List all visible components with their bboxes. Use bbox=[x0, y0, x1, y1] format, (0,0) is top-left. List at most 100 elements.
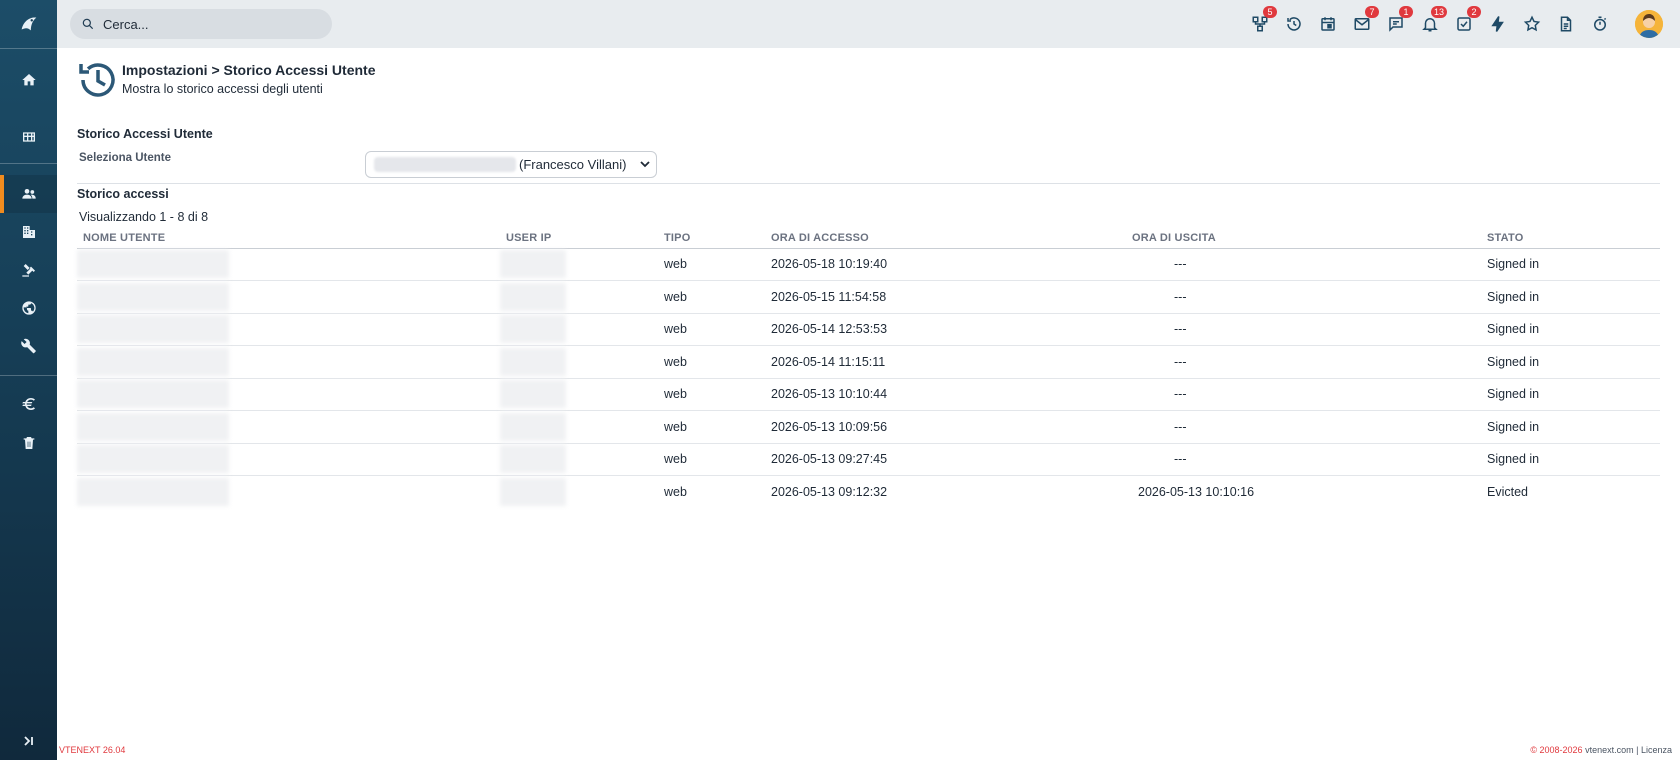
mail-badge: 7 bbox=[1365, 6, 1379, 18]
cell-ora-uscita: --- bbox=[1132, 345, 1481, 379]
user-select[interactable]: (Francesco Villani) bbox=[365, 151, 657, 178]
redacted-username bbox=[374, 157, 516, 172]
history-settings-icon bbox=[75, 58, 119, 102]
cell-stato: Signed in bbox=[1481, 345, 1660, 379]
sidebar bbox=[0, 0, 57, 760]
cell-ora-accesso: 2026-05-13 10:10:44 bbox=[765, 378, 1132, 411]
redacted-ip bbox=[500, 412, 566, 441]
cell-ora-uscita: 2026-05-13 10:10:16 bbox=[1138, 485, 1255, 499]
redacted-username bbox=[77, 380, 229, 409]
cell-ora-accesso: 2026-05-18 10:19:40 bbox=[765, 248, 1132, 281]
sidebar-divider bbox=[0, 48, 57, 49]
cell-tipo: web bbox=[658, 313, 765, 346]
grid-icon[interactable] bbox=[0, 118, 57, 156]
star-icon[interactable] bbox=[1520, 12, 1544, 36]
wrench-icon[interactable] bbox=[0, 327, 57, 365]
cell-ora-uscita: --- bbox=[1132, 248, 1481, 281]
section-divider bbox=[77, 183, 1660, 184]
redacted-ip bbox=[500, 315, 566, 344]
document-icon[interactable] bbox=[1554, 12, 1578, 36]
process-badge: 5 bbox=[1263, 6, 1277, 18]
redacted-ip bbox=[500, 282, 566, 311]
redacted-username bbox=[77, 478, 229, 506]
table-row: web 2026-05-13 09:27:45 --- Signed in bbox=[77, 443, 1660, 476]
chat-icon[interactable]: 1 bbox=[1384, 6, 1413, 36]
page-subtitle: Mostra lo storico accessi degli utenti bbox=[122, 82, 323, 96]
redacted-username bbox=[77, 412, 229, 441]
redacted-username bbox=[77, 250, 229, 279]
table-row: web 2026-05-13 10:10:44 --- Signed in bbox=[77, 378, 1660, 411]
page-title: Impostazioni > Storico Accessi Utente bbox=[122, 62, 376, 78]
redacted-ip bbox=[500, 250, 566, 279]
cell-tipo: web bbox=[658, 345, 765, 379]
cell-tipo: web bbox=[658, 378, 765, 411]
table-row: web 2026-05-14 12:53:53 --- Signed in bbox=[77, 313, 1660, 346]
cell-ora-uscita: --- bbox=[1132, 313, 1481, 346]
search-box[interactable] bbox=[70, 9, 332, 39]
cell-ora-uscita: --- bbox=[1132, 378, 1481, 411]
trash-icon[interactable] bbox=[0, 424, 57, 462]
tasks-icon[interactable]: 2 bbox=[1452, 6, 1481, 36]
col-header-nome-utente[interactable]: NOME UTENTE bbox=[77, 228, 500, 249]
col-header-stato[interactable]: STATO bbox=[1481, 228, 1660, 249]
col-header-tipo[interactable]: TIPO bbox=[658, 228, 765, 249]
cell-tipo: web bbox=[658, 280, 765, 314]
cell-stato: Evicted bbox=[1487, 485, 1528, 499]
calendar-icon[interactable] bbox=[1316, 12, 1340, 36]
record-count: Visualizzando 1 - 8 di 8 bbox=[79, 210, 209, 224]
search-icon bbox=[82, 18, 94, 30]
site-link[interactable]: vtenext.com bbox=[1585, 745, 1634, 755]
cell-stato: Signed in bbox=[1481, 248, 1660, 281]
globe-icon[interactable] bbox=[0, 289, 57, 327]
col-header-ora-uscita[interactable]: ORA DI USCITA bbox=[1132, 228, 1481, 249]
col-header-ora-accesso[interactable]: ORA DI ACCESSO bbox=[765, 228, 1132, 249]
avatar[interactable] bbox=[1635, 10, 1663, 38]
license-link[interactable]: Licenza bbox=[1641, 745, 1672, 755]
mail-icon[interactable]: 7 bbox=[1350, 6, 1379, 36]
redacted-ip bbox=[500, 478, 566, 506]
building-icon[interactable] bbox=[0, 213, 57, 251]
table-row: web 2026-05-15 11:54:58 --- Signed in bbox=[77, 280, 1660, 314]
history-icon[interactable] bbox=[1282, 12, 1306, 36]
cell-stato: Signed in bbox=[1481, 280, 1660, 314]
tasks-badge: 2 bbox=[1467, 6, 1481, 18]
history-title: Storico accessi bbox=[77, 187, 169, 201]
redacted-ip bbox=[500, 445, 566, 474]
redacted-username bbox=[77, 315, 229, 344]
sidebar-divider bbox=[0, 375, 57, 376]
cell-tipo: web bbox=[658, 443, 765, 476]
cell-ora-uscita: --- bbox=[1132, 410, 1481, 444]
timer-icon[interactable] bbox=[1588, 12, 1612, 36]
home-icon[interactable] bbox=[0, 61, 57, 99]
redacted-username bbox=[77, 445, 229, 474]
col-header-user-ip[interactable]: USER IP bbox=[500, 228, 658, 249]
version-label: VTENEXT 26.04 bbox=[59, 745, 126, 755]
redacted-ip bbox=[500, 347, 566, 376]
table-row: web 2026-05-14 11:15:11 --- Signed in bbox=[77, 345, 1660, 379]
cell-ora-accesso: 2026-05-13 10:09:56 bbox=[765, 410, 1132, 444]
cell-stato: Signed in bbox=[1481, 410, 1660, 444]
main-content: Impostazioni > Storico Accessi Utente Mo… bbox=[57, 48, 1680, 760]
lightning-icon[interactable] bbox=[1486, 12, 1510, 36]
users-icon[interactable] bbox=[0, 175, 57, 213]
search-input[interactable] bbox=[103, 16, 323, 32]
access-history-table: NOME UTENTE USER IP TIPO ORA DI ACCESSO … bbox=[77, 228, 1660, 508]
process-icon[interactable]: 5 bbox=[1248, 6, 1277, 36]
cell-stato: Signed in bbox=[1481, 378, 1660, 411]
expand-sidebar-icon[interactable] bbox=[0, 726, 57, 756]
cell-tipo: web bbox=[664, 485, 687, 499]
table-row: web 2026-05-18 10:19:40 --- Signed in bbox=[77, 248, 1660, 281]
copyright-text: © 2008-2026 bbox=[1530, 745, 1583, 755]
cell-ora-accesso: 2026-05-15 11:54:58 bbox=[765, 280, 1132, 314]
cell-ora-accesso: 2026-05-13 09:27:45 bbox=[765, 443, 1132, 476]
cell-tipo: web bbox=[658, 248, 765, 281]
app-logo-icon[interactable] bbox=[0, 0, 57, 48]
user-select-value: (Francesco Villani) bbox=[519, 157, 627, 172]
table-row: web 2026-05-13 09:12:32 2026-05-13 10:10… bbox=[77, 476, 1660, 509]
gavel-icon[interactable] bbox=[0, 251, 57, 289]
cell-ora-accesso: 2026-05-13 09:12:32 bbox=[771, 485, 888, 499]
euro-icon[interactable] bbox=[0, 385, 57, 423]
bell-icon[interactable]: 13 bbox=[1418, 6, 1447, 36]
cell-stato: Signed in bbox=[1481, 443, 1660, 476]
cell-stato: Signed in bbox=[1481, 313, 1660, 346]
